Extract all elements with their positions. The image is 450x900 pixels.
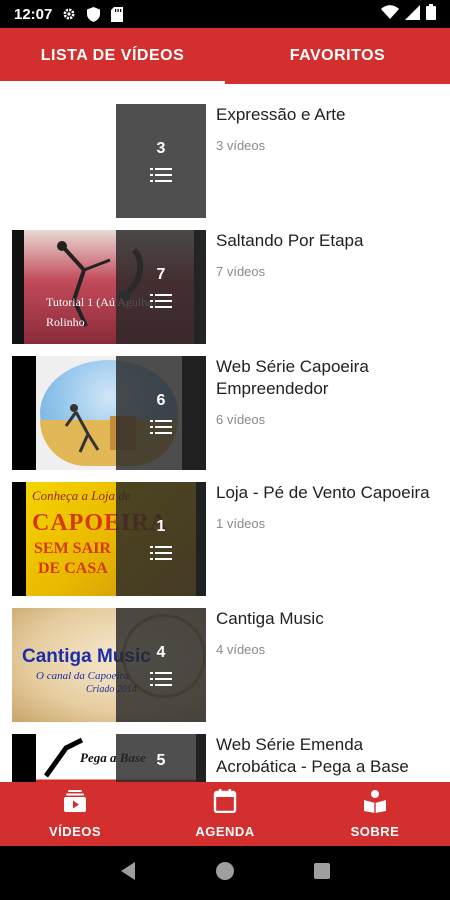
nav-agenda[interactable]: AGENDA: [150, 782, 300, 846]
back-icon[interactable]: [119, 861, 137, 886]
bottom-navigation: VÍDEOS AGENDA SOBRE: [0, 782, 450, 846]
video-count-overlay: 5: [116, 734, 206, 782]
settings-status-icon: [60, 5, 78, 23]
playlist-icon: [150, 168, 172, 182]
video-library-icon: [63, 789, 87, 816]
status-time: 12:07: [14, 5, 53, 23]
playlist-icon: [150, 672, 172, 686]
playlist-video-count: 3 vídeos: [216, 138, 266, 153]
nav-sobre-label: SOBRE: [350, 824, 400, 839]
playlist-title: Web Série Capoeira Empreendedor: [216, 357, 369, 398]
playlist-item[interactable]: 3 Expressão e Arte 3 vídeos: [0, 84, 450, 218]
playlist-title: Cantiga Music: [216, 609, 324, 628]
calendar-icon: [213, 789, 237, 816]
playlist-video-count: 4 vídeos: [216, 642, 266, 657]
playlist-list: 3 Expressão e Arte 3 vídeos Tutorial 1 (…: [0, 84, 450, 782]
sd-card-status-icon: [108, 5, 126, 23]
playlist-thumbnail: 3: [12, 104, 206, 218]
thumbnail-line-4: DE CASA: [38, 560, 108, 577]
top-tab-bar: LISTA DE VÍDEOS FAVORITOS: [0, 28, 450, 84]
playlist-icon: [150, 294, 172, 308]
playlist-thumbnail: Cantiga Music O canal da Capoeira Criado…: [12, 608, 206, 722]
signal-icon: [405, 4, 420, 24]
playlist-video-count: 7 vídeos: [216, 264, 266, 279]
tab-lista-de-videos[interactable]: LISTA DE VÍDEOS: [0, 28, 225, 84]
playlist-title: Web Série Emenda Acrobática - Pega a Bas…: [216, 735, 409, 776]
recents-icon[interactable]: [313, 862, 331, 885]
video-count-overlay: 4: [116, 608, 206, 722]
playlist-video-count: 1 vídeos: [216, 516, 266, 531]
playlist-item[interactable]: Cantiga Music O canal da Capoeira Criado…: [0, 588, 450, 722]
video-count-overlay: 3: [116, 104, 206, 218]
playlist-video-count: 6 vídeos: [216, 412, 266, 427]
video-count: 5: [156, 752, 166, 769]
video-count: 1: [156, 518, 166, 535]
status-bar: 12:07: [0, 0, 450, 28]
playlist-thumbnail: Pega a Base 5: [12, 734, 206, 782]
playlist-thumbnail: 6: [12, 356, 206, 470]
playlist-title: Expressão e Arte: [216, 105, 346, 124]
thumbnail-line-3: SEM SAIR: [34, 540, 111, 557]
playlist-item[interactable]: Pega a Base 5 Web Série Emenda Acrobátic…: [0, 714, 450, 782]
playlist-icon: [150, 546, 172, 560]
playlist-icon: [150, 420, 172, 434]
video-count-overlay: 6: [116, 356, 206, 470]
video-count: 4: [156, 644, 166, 661]
wifi-icon: [381, 5, 399, 23]
playlist-title: Saltando Por Etapa: [216, 231, 364, 250]
video-count-overlay: 1: [116, 482, 206, 596]
nav-videos-label: VÍDEOS: [48, 824, 102, 839]
video-count-overlay: 7: [116, 230, 206, 344]
nav-sobre[interactable]: SOBRE: [300, 782, 450, 846]
video-count: 6: [156, 392, 166, 409]
nav-agenda-label: AGENDA: [195, 824, 255, 839]
nav-videos[interactable]: VÍDEOS: [0, 782, 150, 846]
playlist-title: Loja - Pé de Vento Capoeira: [216, 483, 430, 502]
playlist-thumbnail: Conheça a Loja de CAPOEIRA SEM SAIR DE C…: [12, 482, 206, 596]
shield-status-icon: [84, 5, 102, 23]
system-navigation-bar: [0, 846, 450, 900]
playlist-item[interactable]: Conheça a Loja de CAPOEIRA SEM SAIR DE C…: [0, 462, 450, 596]
playlist-item[interactable]: 6 Web Série Capoeira Empreendedor 6 víde…: [0, 336, 450, 470]
battery-icon: [426, 4, 436, 24]
home-icon[interactable]: [215, 861, 235, 886]
video-count: 7: [156, 266, 166, 283]
playlist-thumbnail: Tutorial 1 (Aú Agulha) Rolinho 7: [12, 230, 206, 344]
video-count: 3: [156, 140, 166, 157]
playlist-item[interactable]: Tutorial 1 (Aú Agulha) Rolinho 7 Saltand…: [0, 210, 450, 344]
book-icon: [363, 789, 387, 816]
tab-favoritos[interactable]: FAVORITOS: [225, 28, 450, 84]
